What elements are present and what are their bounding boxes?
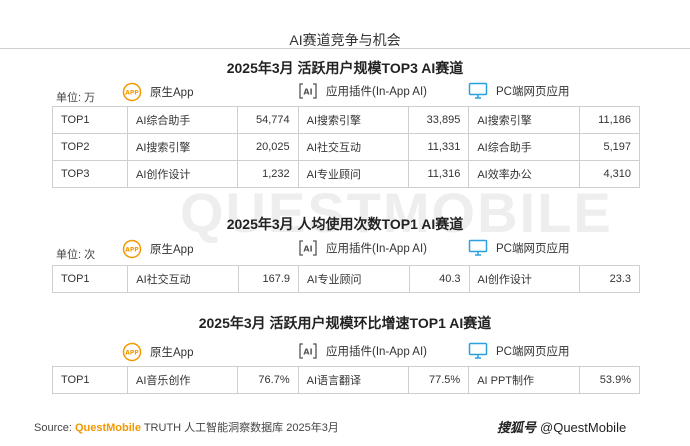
svg-text:APP: APP [125,247,139,254]
inapp-track-name: AI社交互动 [297,133,410,161]
native-track-value: 167.9 [237,265,300,293]
native-track-value: 1,232 [237,160,299,188]
pc-track-value: 5,197 [578,133,641,161]
credit-handle: @QuestMobile [540,420,627,435]
rank-label: TOP2 [52,133,128,161]
native-track-name: AI社交互动 [127,265,239,293]
inapp-track-name: AI专业顾问 [297,160,410,188]
pc-track-name: AI创作设计 [468,265,581,293]
legend-in-app: AI 应用插件(In-App AI) [298,82,427,100]
pc-track-name: AI PPT制作 [468,366,580,394]
svg-text:AI: AI [303,88,312,97]
watermark-logo: QUESTMOBILE [180,181,613,244]
native-track-name: AI综合助手 [126,106,239,134]
source-brand: QuestMobile [74,422,141,434]
inapp-track-value: 11,316 [407,160,470,188]
inapp-track-value: 33,895 [407,106,470,134]
platform-credit: 搜狐号 @QuestMobile [497,417,626,436]
legend-pc-web: PC端网页应用 [468,239,569,257]
legend-pc-web-label: PC端网页应用 [496,243,570,255]
monitor-icon [468,239,488,256]
pc-track-name: AI综合助手 [468,133,580,161]
monitor-icon [468,342,488,359]
rank-label: TOP1 [52,106,128,134]
monitor-icon [468,82,488,99]
pc-track-value: 53.9% [578,366,641,394]
legend-native-app: APP 原生App [122,342,193,362]
svg-text:AI: AI [303,348,312,357]
inapp-track-name: AI专业顾问 [298,265,410,293]
pc-track-name: AI搜索引擎 [468,106,580,134]
native-track-value: 54,774 [237,106,299,134]
table-row: TOP1 AI音乐创作 76.7% AI语言翻译 77.5% AI PPT制作 … [51,366,641,394]
credit-platform: 搜狐号 [497,420,537,435]
legend-pc-web: PC端网页应用 [468,82,569,100]
inapp-track-value: 11,331 [407,133,470,161]
native-track-value: 20,025 [237,133,299,161]
app-icon: APP [122,342,142,362]
rank-label: TOP1 [51,366,129,394]
inapp-track-value: 77.5% [407,366,470,394]
ai-plugin-icon: AI [299,343,317,359]
legend-in-app-label: 应用插件(In-App AI) [326,86,427,98]
table-row: TOP1 AI综合助手 54,774 AI搜索引擎 33,895 AI搜索引擎 … [52,106,641,134]
svg-text:AI: AI [303,245,312,254]
section-title-growth-rate: 2025年3月 活跃用户规模环比增速TOP1 AI赛道 [198,315,492,331]
inapp-track-name: AI搜索引擎 [297,106,410,134]
ranking-table-growth-rate: TOP1 AI音乐创作 76.7% AI语言翻译 77.5% AI PPT制作 … [51,366,641,394]
source-prefix: Source: [34,422,75,434]
legend-in-app: AI 应用插件(In-App AI) [298,342,427,360]
table-row: TOP2 AI搜索引擎 20,025 AI社交互动 11,331 AI综合助手 … [52,133,641,161]
ai-plugin-icon: AI [299,240,317,256]
legend-pc-web-label: PC端网页应用 [496,346,570,358]
legend-native-app-label: 原生App [150,244,194,256]
legend-pc-web-label: PC端网页应用 [496,86,570,98]
source-detail: TRUTH 人工智能洞察数据库 2025年3月 [140,422,339,434]
rank-label: TOP1 [51,265,129,293]
source-footnote: Source: QuestMobile TRUTH 人工智能洞察数据库 2025… [34,419,339,435]
inapp-track-value: 40.3 [408,265,470,293]
ranking-table-usage-frequency: TOP1 AI社交互动 167.9 AI专业顾问 40.3 AI创作设计 23.… [51,265,640,293]
native-track-name: AI创作设计 [126,160,239,188]
ranking-table-active-users: TOP1 AI综合助手 54,774 AI搜索引擎 33,895 AI搜索引擎 … [52,106,641,188]
rank-label: TOP3 [52,160,128,188]
legend-native-app-label: 原生App [150,87,194,99]
unit-label: 单位: 万 [56,92,96,104]
unit-label: 单位: 次 [56,249,96,261]
legend-in-app-label: 应用插件(In-App AI) [326,243,427,255]
svg-text:APP: APP [125,90,139,97]
native-track-value: 76.7% [237,366,299,394]
native-track-name: AI搜索引擎 [126,133,239,161]
native-track-name: AI音乐创作 [127,366,239,394]
section-title-usage-frequency: 2025年3月 人均使用次数TOP1 AI赛道 [226,216,464,232]
page-title: AI赛道竞争与机会 [289,32,401,48]
table-row: TOP3 AI创作设计 1,232 AI专业顾问 11,316 AI效率办公 4… [52,160,641,188]
legend-in-app: AI 应用插件(In-App AI) [298,239,427,257]
pc-track-value: 11,186 [578,106,641,134]
pc-track-name: AI效率办公 [468,160,580,188]
table-row: TOP1 AI社交互动 167.9 AI专业顾问 40.3 AI创作设计 23.… [51,265,640,293]
legend-pc-web: PC端网页应用 [468,342,569,360]
ai-plugin-icon: AI [299,83,317,99]
legend-native-app: APP 原生App [122,239,193,259]
svg-text:APP: APP [125,350,139,357]
app-icon: APP [122,82,142,102]
pc-track-value: 23.3 [579,265,640,293]
inapp-track-name: AI语言翻译 [297,366,410,394]
title-divider [0,48,690,49]
app-icon: APP [122,239,142,259]
legend-native-app: APP 原生App [122,82,193,102]
legend-native-app-label: 原生App [150,347,194,359]
section-title-active-users: 2025年3月 活跃用户规模TOP3 AI赛道 [226,60,464,76]
legend-in-app-label: 应用插件(In-App AI) [326,346,427,358]
pc-track-value: 4,310 [578,160,641,188]
